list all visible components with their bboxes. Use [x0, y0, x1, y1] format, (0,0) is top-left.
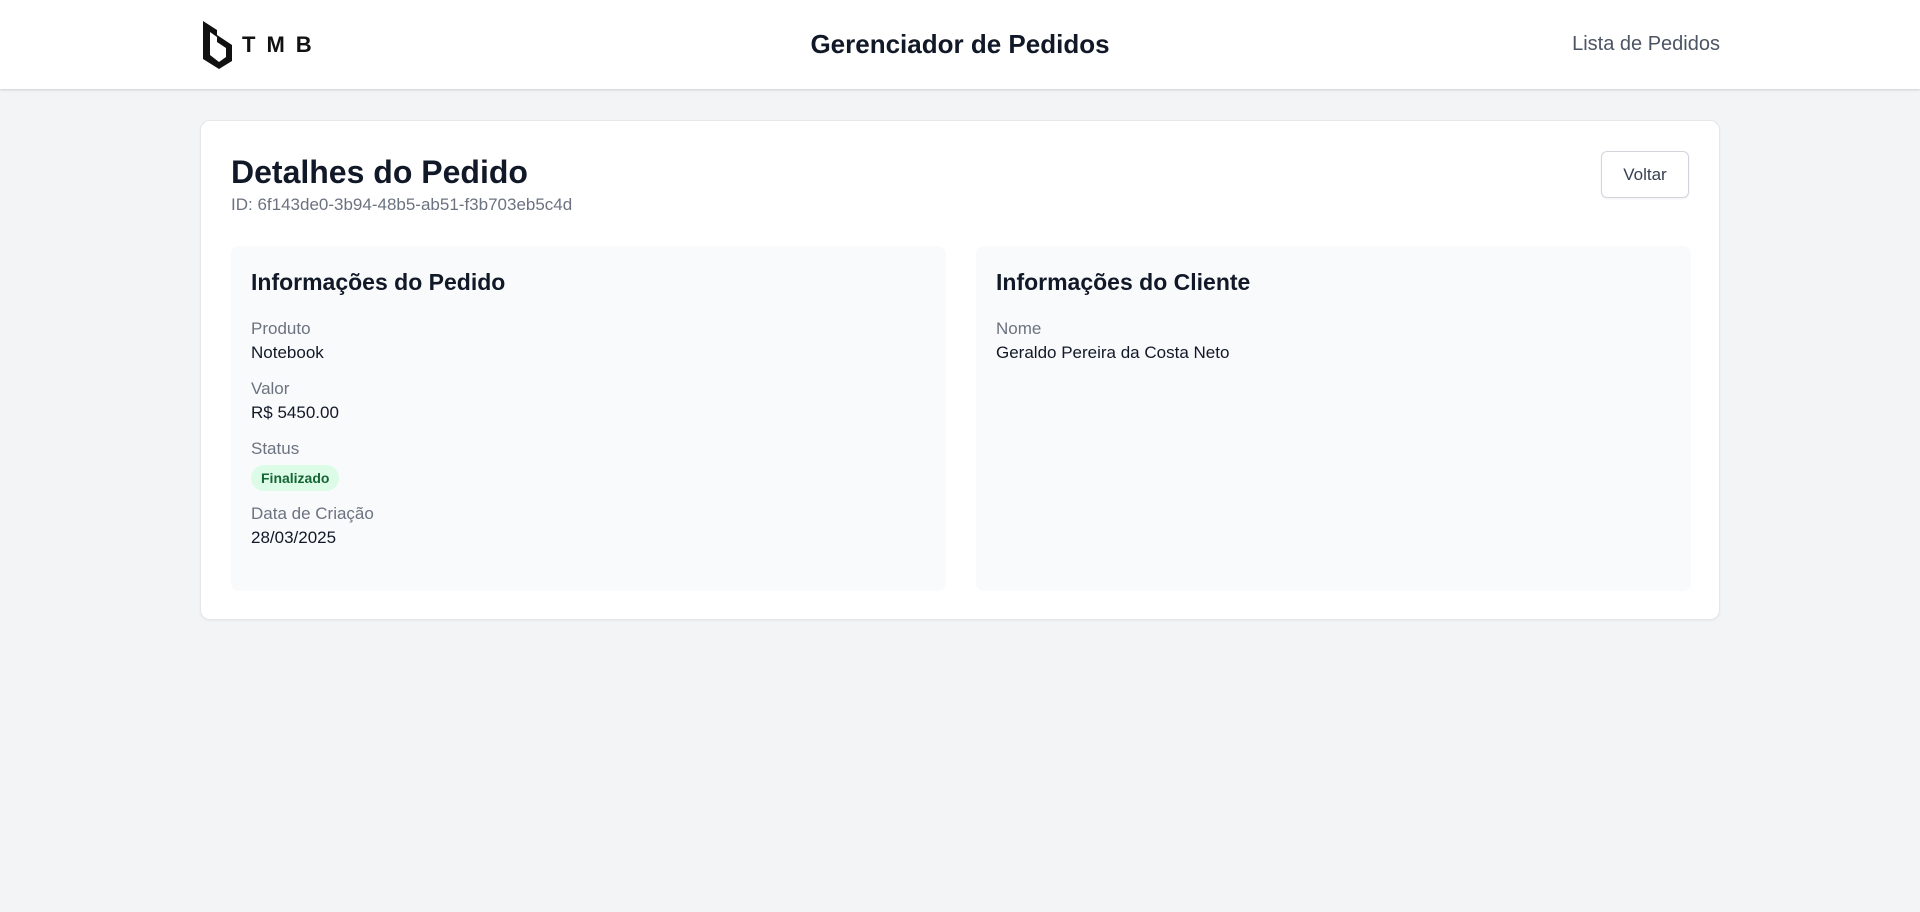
- client-name-field: Nome Geraldo Pereira da Costa Neto: [996, 318, 1671, 366]
- status-badge: Finalizado: [251, 465, 340, 491]
- client-name-label: Nome: [996, 319, 1042, 338]
- tmb-logo-icon: [203, 21, 232, 69]
- client-name-value: Geraldo Pereira da Costa Neto: [996, 343, 1230, 362]
- app-title: Gerenciador de Pedidos: [810, 29, 1110, 59]
- value-field: Valor R$ 5450.00: [251, 378, 926, 426]
- product-field: Produto Notebook: [251, 318, 926, 366]
- status-label: Status: [251, 439, 300, 458]
- card-header: Detalhes do Pedido ID: 6f143de0-3b94-48b…: [231, 153, 572, 215]
- order-details-card: Detalhes do Pedido ID: 6f143de0-3b94-48b…: [200, 120, 1720, 620]
- value-label: Valor: [251, 379, 290, 398]
- brand-logo-text: TMB: [242, 31, 323, 57]
- order-info-title: Informações do Pedido: [251, 269, 506, 295]
- page-title: Detalhes do Pedido: [231, 154, 528, 190]
- client-info-panel: Informações do Cliente Nome Geraldo Pere…: [976, 246, 1691, 591]
- created-date-value: 28/03/2025: [251, 528, 337, 547]
- client-info-title: Informações do Cliente: [996, 269, 1251, 295]
- value-value: R$ 5450.00: [251, 403, 339, 422]
- created-date-label: Data de Criação: [251, 504, 374, 523]
- product-value: Notebook: [251, 343, 324, 362]
- navbar-inner: TMB Gerenciador de Pedidos Lista de Pedi…: [200, 0, 1720, 89]
- product-label: Produto: [251, 319, 311, 338]
- nav-link-order-list[interactable]: Lista de Pedidos: [1572, 33, 1720, 56]
- order-id: ID: 6f143de0-3b94-48b5-ab51-f3b703eb5c4d: [231, 195, 573, 214]
- status-field: Status Finalizado: [251, 438, 926, 491]
- top-navbar: TMB Gerenciador de Pedidos Lista de Pedi…: [0, 0, 1920, 89]
- created-date-field: Data de Criação 28/03/2025: [251, 503, 926, 551]
- order-info-panel: Informações do Pedido Produto Notebook V…: [231, 246, 946, 591]
- brand-logo[interactable]: TMB: [200, 19, 323, 70]
- back-button[interactable]: Voltar: [1601, 151, 1689, 198]
